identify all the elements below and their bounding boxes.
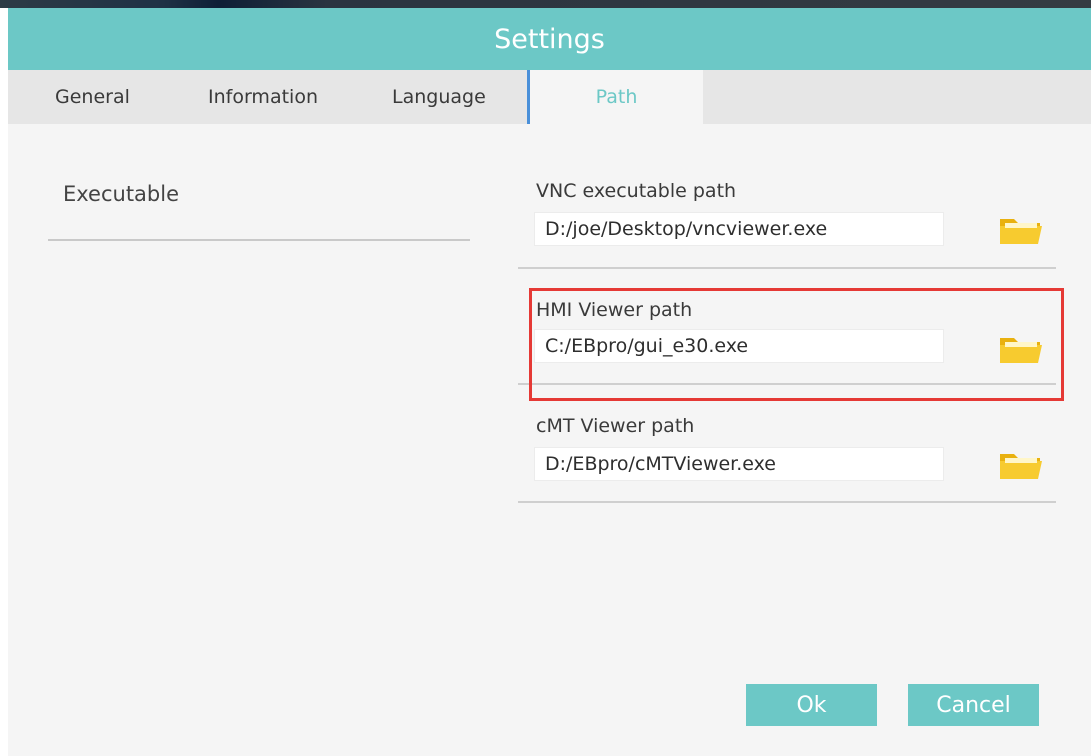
settings-dialog: Settings General Information Language Pa…	[8, 8, 1091, 756]
desktop-top-strip	[0, 0, 1091, 8]
vnc-path-group: VNC executable path	[518, 168, 1056, 278]
tab-general[interactable]: General	[55, 70, 130, 124]
cancel-button[interactable]: Cancel	[908, 684, 1039, 726]
vnc-path-divider	[518, 267, 1056, 269]
cmt-path-input[interactable]	[534, 447, 944, 481]
tab-language[interactable]: Language	[392, 70, 486, 124]
dialog-title-bar: Settings	[8, 8, 1091, 70]
folder-icon	[1000, 219, 1042, 244]
cmt-path-label: cMT Viewer path	[536, 415, 695, 437]
section-panel: Executable	[8, 124, 506, 269]
highlight-box	[529, 288, 1064, 401]
section-title: Executable	[63, 182, 180, 206]
vnc-browse-button[interactable]	[998, 214, 1044, 246]
tab-path[interactable]: Path	[527, 70, 703, 124]
tab-information[interactable]: Information	[208, 70, 318, 124]
vnc-path-input[interactable]	[534, 212, 944, 246]
vnc-path-label: VNC executable path	[536, 180, 737, 202]
dialog-title: Settings	[494, 23, 605, 55]
cmt-path-group: cMT Viewer path	[518, 405, 1056, 515]
tab-bar: General Information Language Path	[8, 70, 1091, 124]
folder-icon	[1000, 454, 1042, 479]
ok-button[interactable]: Ok	[746, 684, 877, 726]
section-divider	[48, 239, 470, 241]
cmt-browse-button[interactable]	[998, 449, 1044, 481]
cmt-path-divider	[518, 501, 1056, 503]
